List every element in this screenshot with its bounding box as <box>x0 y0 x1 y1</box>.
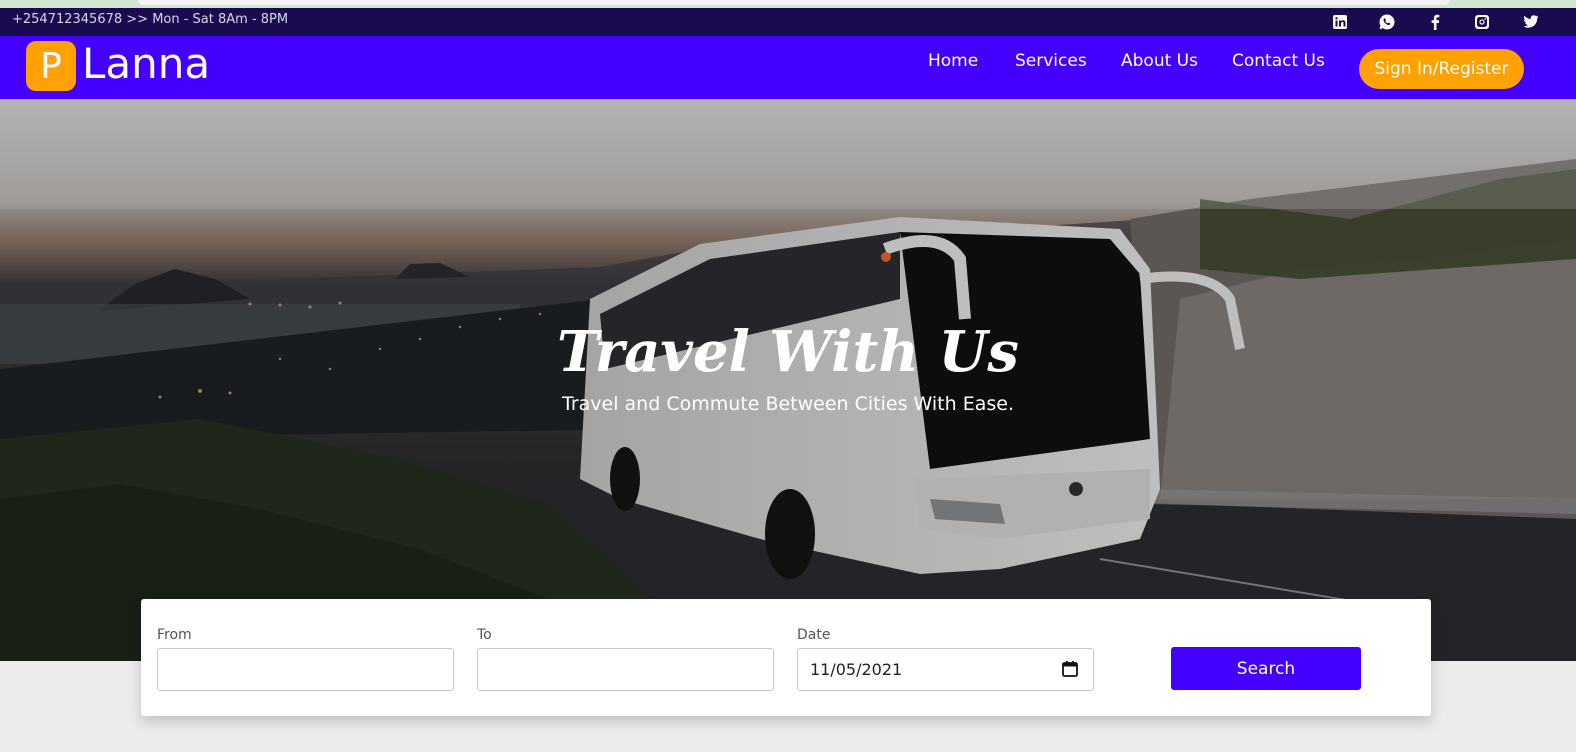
main-navbar: P Lanna Home Services About Us Contact U… <box>0 36 1576 99</box>
date-input[interactable]: 11/05/2021 <box>797 648 1094 691</box>
date-label: Date <box>797 627 831 643</box>
nav-contact-us[interactable]: Contact Us <box>1232 51 1325 71</box>
browser-address-bar-edge <box>138 0 1450 5</box>
to-input[interactable] <box>477 648 774 691</box>
from-label: From <box>157 627 192 643</box>
hero-title: Travel With Us <box>557 319 1019 385</box>
date-value: 11/05/2021 <box>810 660 903 679</box>
hero-banner: Travel With Us Travel and Commute Betwee… <box>0 99 1576 661</box>
facebook-icon[interactable] <box>1426 13 1444 31</box>
logo-badge[interactable]: P <box>26 41 76 91</box>
contact-info: +254712345678 >> Mon - Sat 8Am - 8PM <box>12 12 289 27</box>
top-info-bar: +254712345678 >> Mon - Sat 8Am - 8PM <box>0 8 1576 36</box>
nav-home[interactable]: Home <box>928 51 978 71</box>
browser-chrome-strip <box>0 0 1576 8</box>
whatsapp-icon[interactable] <box>1378 13 1396 31</box>
to-label: To <box>477 627 492 643</box>
search-button[interactable]: Search <box>1171 647 1361 690</box>
nav-services[interactable]: Services <box>1015 51 1087 71</box>
search-card: From To Date 11/05/2021 Search <box>141 599 1431 716</box>
instagram-icon[interactable] <box>1473 13 1491 31</box>
linkedin-icon[interactable] <box>1331 13 1349 31</box>
twitter-icon[interactable] <box>1522 13 1540 31</box>
calendar-icon[interactable] <box>1061 660 1079 678</box>
hero-subtitle: Travel and Commute Between Cities With E… <box>562 393 1014 415</box>
nav-about-us[interactable]: About Us <box>1121 51 1198 71</box>
logo-text[interactable]: Lanna <box>82 39 210 88</box>
sign-in-register-button[interactable]: Sign In/Register <box>1359 49 1524 89</box>
from-input[interactable] <box>157 648 454 691</box>
